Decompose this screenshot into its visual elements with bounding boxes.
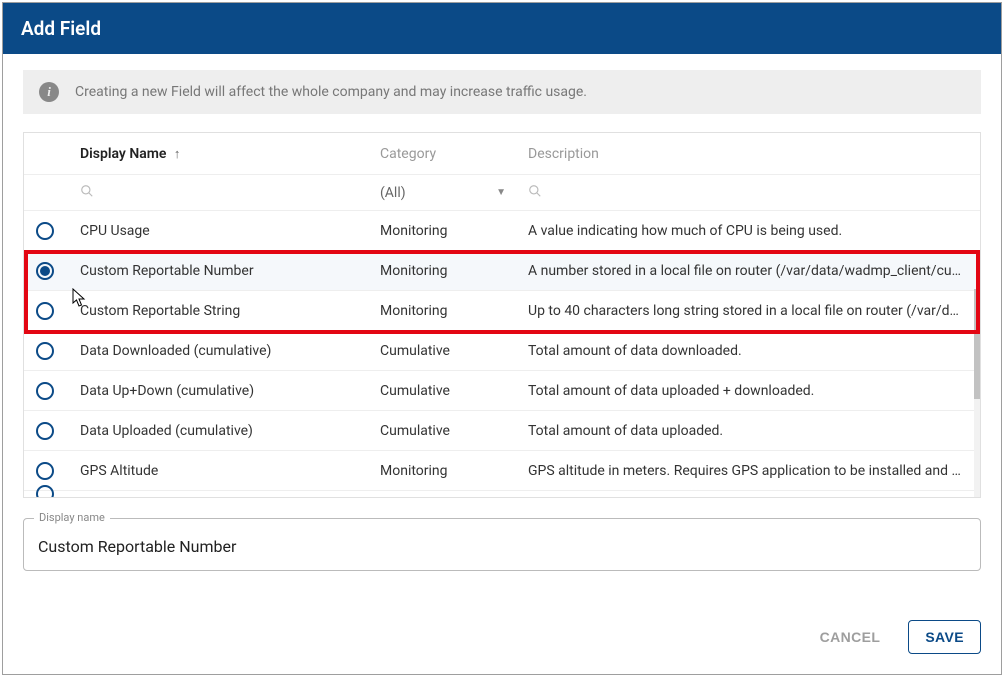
info-bar: i Creating a new Field will affect the w…	[23, 70, 981, 114]
chevron-down-icon: ▼	[496, 187, 506, 198]
cell-category: Monitoring	[380, 263, 528, 279]
cell-category: Cumulative	[380, 423, 528, 439]
cell-description: GPS altitude in meters. Requires GPS app…	[528, 463, 972, 479]
fields-table: Display Name ↑ Category Description (All…	[23, 132, 981, 498]
cell-display-name: Custom Reportable String	[80, 303, 380, 319]
sort-ascending-icon: ↑	[174, 147, 181, 162]
radio-button[interactable]	[36, 382, 54, 400]
table-filter-row: (All) ▼	[24, 175, 980, 211]
table-row[interactable]: CPU UsageMonitoringA value indicating ho…	[24, 211, 980, 251]
add-field-dialog: Add Field i Creating a new Field will af…	[2, 2, 1002, 675]
cancel-button[interactable]: CANCEL	[806, 620, 895, 654]
table-row[interactable]	[24, 491, 980, 497]
radio-button[interactable]	[36, 302, 54, 320]
display-name-label: Display name	[34, 511, 110, 524]
cell-description: A number stored in a local file on route…	[528, 263, 972, 279]
cell-display-name: Custom Reportable Number	[80, 263, 380, 279]
table-row[interactable]: Data Uploaded (cumulative)CumulativeTota…	[24, 411, 980, 451]
cell-description: Total amount of data uploaded.	[528, 423, 972, 439]
save-button[interactable]: SAVE	[908, 620, 981, 654]
cell-description: Total amount of data uploaded + download…	[528, 383, 972, 399]
info-icon: i	[39, 82, 59, 102]
radio-button[interactable]	[36, 485, 54, 497]
radio-button[interactable]	[36, 422, 54, 440]
table-row[interactable]: Data Downloaded (cumulative)CumulativeTo…	[24, 331, 980, 371]
info-text: Creating a new Field will affect the who…	[75, 84, 587, 100]
table-row[interactable]: Custom Reportable NumberMonitoringA numb…	[24, 251, 980, 291]
cell-category: Monitoring	[380, 463, 528, 479]
dialog-title: Add Field	[3, 3, 1001, 54]
filter-display-name[interactable]	[80, 184, 380, 202]
cell-display-name: Data Uploaded (cumulative)	[80, 423, 380, 439]
col-category[interactable]: Category	[380, 146, 528, 162]
radio-button[interactable]	[36, 222, 54, 240]
cell-description: A value indicating how much of CPU is be…	[528, 223, 972, 239]
scrollbar-track[interactable]	[974, 289, 980, 497]
cell-category: Cumulative	[380, 343, 528, 359]
filter-description[interactable]	[528, 184, 972, 202]
table-row[interactable]: Custom Reportable StringMonitoringUp to …	[24, 291, 980, 331]
dialog-footer: CANCEL SAVE	[3, 608, 1001, 674]
radio-button[interactable]	[36, 462, 54, 480]
search-icon	[80, 184, 94, 202]
scrollbar-thumb[interactable]	[974, 289, 980, 399]
cell-description: Up to 40 characters long string stored i…	[528, 303, 972, 319]
filter-category-value: (All)	[380, 185, 406, 201]
table-row[interactable]: GPS AltitudeMonitoringGPS altitude in me…	[24, 451, 980, 491]
cell-display-name: Data Up+Down (cumulative)	[80, 383, 380, 399]
cell-category: Cumulative	[380, 383, 528, 399]
radio-button[interactable]	[36, 342, 54, 360]
table-body: CPU UsageMonitoringA value indicating ho…	[24, 211, 980, 497]
dialog-body: i Creating a new Field will affect the w…	[3, 54, 1001, 608]
col-display-name-label: Display Name	[80, 146, 166, 162]
col-display-name[interactable]: Display Name ↑	[80, 146, 380, 162]
cell-display-name: GPS Altitude	[80, 463, 380, 479]
search-icon	[528, 184, 542, 202]
table-header-row: Display Name ↑ Category Description	[24, 133, 980, 175]
table-row[interactable]: Data Up+Down (cumulative)CumulativeTotal…	[24, 371, 980, 411]
display-name-input[interactable]: Display name Custom Reportable Number	[23, 518, 981, 571]
cell-category: Monitoring	[380, 303, 528, 319]
cell-category: Monitoring	[380, 223, 528, 239]
cell-display-name: Data Downloaded (cumulative)	[80, 343, 380, 359]
cell-display-name: CPU Usage	[80, 223, 380, 239]
col-description[interactable]: Description	[528, 146, 972, 162]
display-name-value: Custom Reportable Number	[38, 537, 966, 556]
cell-description: Total amount of data downloaded.	[528, 343, 972, 359]
filter-category-dropdown[interactable]: (All) ▼	[380, 185, 528, 201]
radio-button[interactable]	[36, 262, 54, 280]
